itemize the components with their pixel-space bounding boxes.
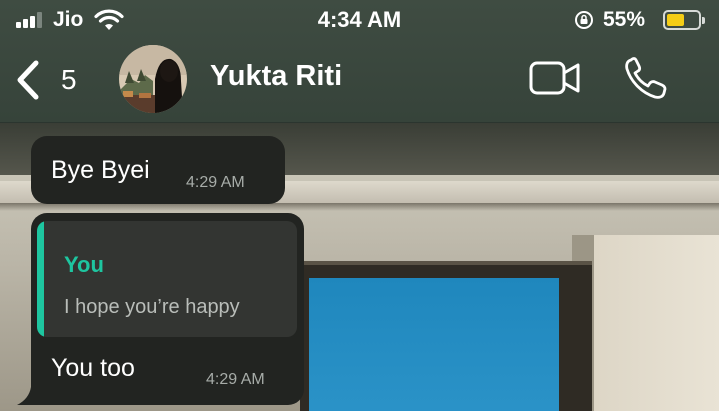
contact-name[interactable]: Yukta Riti [210,60,342,93]
orientation-lock-icon [575,11,593,29]
message-timestamp: 4:29 AM [206,371,265,388]
status-bar: Jio 4:34 AM 55% [0,0,719,40]
back-button[interactable]: 5 [14,58,94,102]
message-timestamp: 4:29 AM [186,174,245,191]
video-call-icon[interactable] [528,60,582,96]
message-text: Bye Byei [51,156,150,184]
battery-percentage: 55% [603,8,646,31]
unread-count: 5 [61,64,77,95]
message-bubble[interactable]: Bye Byei 4:29 AM [31,136,285,204]
battery-icon [663,10,705,30]
chat-header: Jio 4:34 AM 55% 5 Yukta Riti [0,0,719,123]
phone-icon[interactable] [622,56,668,102]
bubble-tail [17,387,39,405]
quoted-reply[interactable]: You I hope you’re happy [37,221,297,337]
quote-text: I hope you’re happy [64,296,240,318]
message-text: You too [51,354,135,382]
message-bubble[interactable]: You I hope you’re happy You too 4:29 AM [17,213,304,405]
contact-avatar[interactable] [119,45,187,113]
chevron-left-icon [17,60,39,100]
quote-author: You [64,252,104,277]
quote-accent-bar [37,221,44,337]
